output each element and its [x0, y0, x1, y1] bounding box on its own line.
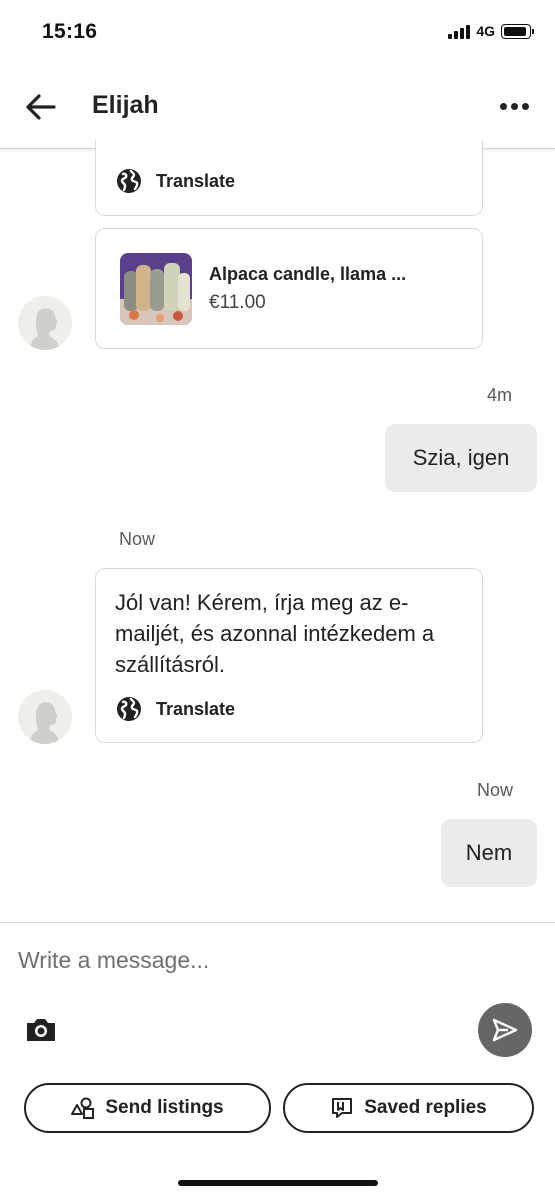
- saved-replies-label: Saved replies: [364, 1097, 487, 1118]
- send-button[interactable]: [478, 1003, 532, 1057]
- person-silhouette-icon: [30, 308, 60, 350]
- listing-title: Alpaca candle, llama ...: [209, 264, 407, 284]
- status-indicators: 4G: [448, 23, 534, 39]
- camera-icon: [27, 1019, 55, 1041]
- avatar: [18, 296, 72, 350]
- message-bubble-incoming: Jól van! Kérem, írja meg az e-mailjét, é…: [95, 568, 483, 743]
- translate-label: Translate: [156, 170, 236, 191]
- avatar: [18, 690, 72, 744]
- camera-button[interactable]: [24, 1015, 58, 1045]
- message-bubble-outgoing: Szia, igen: [385, 424, 537, 492]
- listing-card[interactable]: Alpaca candle, llama ... €11.00: [95, 228, 483, 349]
- arrow-left-icon: [26, 94, 56, 120]
- conversation-header: [0, 66, 555, 149]
- translate-label: Translate: [156, 698, 236, 719]
- more-horizontal-icon: [499, 102, 507, 110]
- status-time: 15:16: [42, 20, 98, 43]
- signal-icon: [448, 23, 471, 39]
- message-bubble-outgoing: Nem: [441, 819, 537, 887]
- message-input[interactable]: [0, 934, 555, 986]
- person-silhouette-icon: [30, 702, 60, 744]
- composer-divider: [0, 922, 555, 923]
- message-timestamp: Now: [476, 780, 513, 800]
- message-text: Nem: [465, 840, 513, 865]
- listing-price: €11.00: [209, 292, 266, 313]
- battery-icon: [501, 23, 534, 39]
- message-timestamp: Now: [119, 529, 156, 549]
- send-listings-label: Send listings: [105, 1097, 224, 1118]
- back-button[interactable]: [24, 90, 58, 124]
- globe-icon: [117, 169, 141, 193]
- listing-thumbnail: [120, 253, 192, 325]
- home-indicator: [178, 1180, 378, 1186]
- network-label: 4G: [476, 23, 495, 39]
- translate-button[interactable]: Translate: [116, 696, 235, 722]
- more-options-button[interactable]: [495, 94, 533, 118]
- message-text: Szia, igen: [412, 445, 510, 470]
- translate-button[interactable]: Translate: [116, 168, 235, 194]
- saved-replies-icon: [332, 1098, 353, 1118]
- globe-icon: [117, 697, 141, 721]
- shapes-icon: [71, 1097, 95, 1119]
- message-text: Jól van! Kérem, írja meg az e-mailjét, é…: [115, 590, 435, 677]
- saved-replies-button[interactable]: Saved replies: [283, 1083, 534, 1133]
- send-listings-button[interactable]: Send listings: [24, 1083, 271, 1133]
- send-icon: [492, 1018, 518, 1042]
- message-bubble-incoming: Translate: [95, 140, 483, 216]
- page-title: Elijah: [92, 91, 159, 119]
- message-timestamp: 4m: [486, 385, 512, 405]
